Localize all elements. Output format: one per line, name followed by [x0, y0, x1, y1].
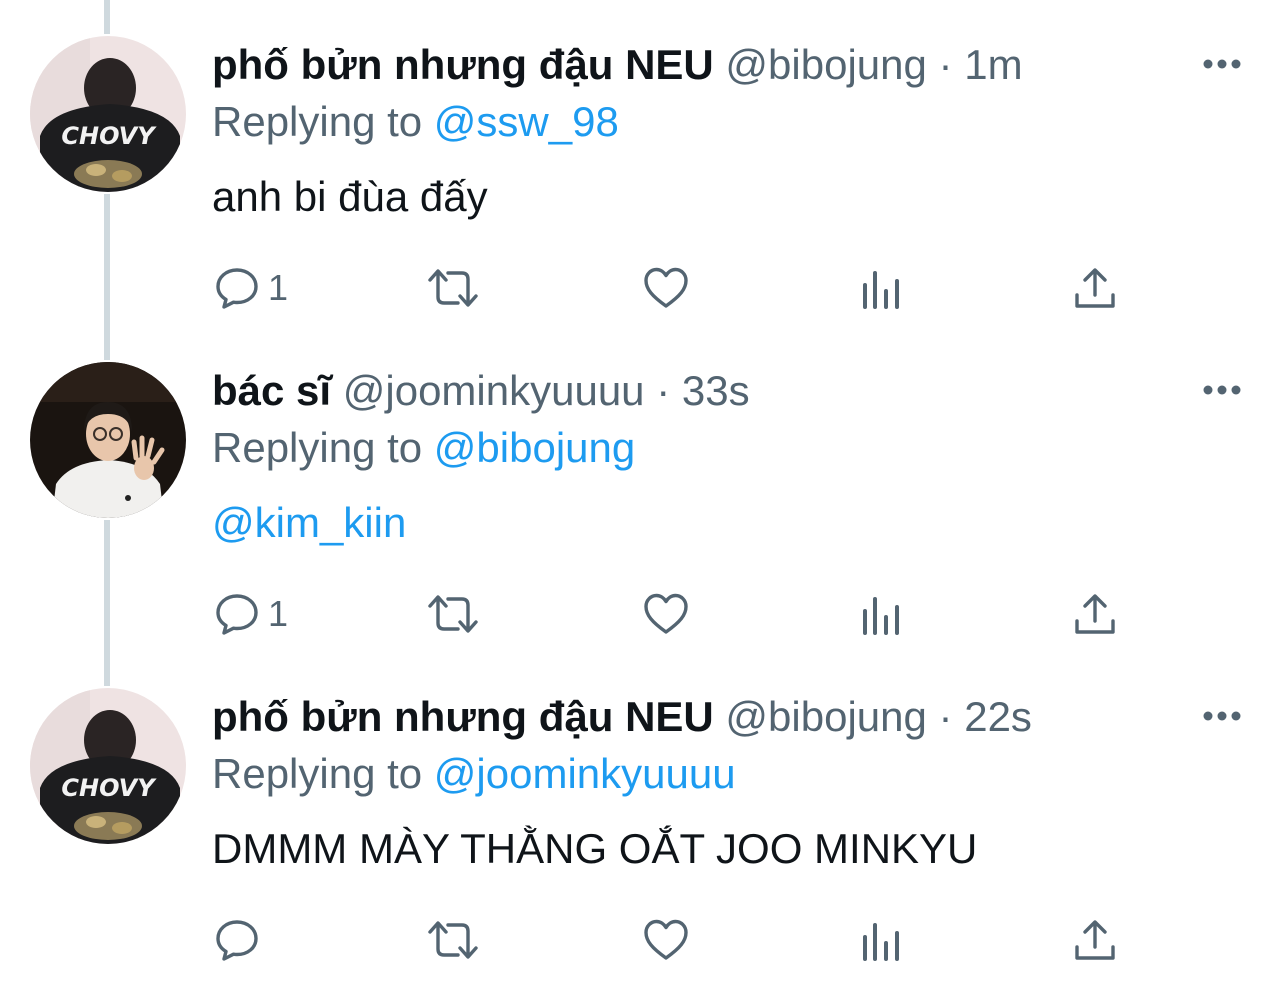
share-button[interactable]	[1072, 262, 1118, 314]
separator-dot: ·	[938, 693, 953, 740]
share-icon	[1072, 591, 1118, 637]
display-name[interactable]: phố bửn nhưng đậu NEU	[212, 41, 714, 88]
separator-dot: ·	[656, 367, 671, 414]
reply-button[interactable]: 1	[214, 588, 288, 640]
replying-to: Replying to @joominkyuuuu	[212, 747, 736, 801]
like-button[interactable]	[642, 262, 690, 314]
replying-to: Replying to @bibojung	[212, 421, 635, 475]
more-icon[interactable]	[1202, 54, 1242, 74]
replying-handle-link[interactable]: @bibojung	[434, 424, 635, 471]
tweet-text: anh bi đùa đấy	[212, 173, 488, 220]
reply-icon	[214, 265, 260, 311]
tweet-header: phố bửn nhưng đậu NEU @bibojung · 1m	[212, 38, 1023, 92]
more-icon[interactable]	[1202, 380, 1242, 400]
views-button[interactable]	[860, 588, 902, 640]
user-handle[interactable]: @bibojung	[725, 693, 926, 740]
tweet-header: phố bửn nhưng đậu NEU @bibojung · 22s	[212, 690, 1032, 744]
heart-icon	[642, 265, 690, 311]
views-icon	[860, 265, 902, 311]
timestamp[interactable]: 33s	[682, 367, 750, 414]
reply-count: 1	[268, 593, 289, 634]
tweet-actions	[0, 914, 1284, 966]
replying-handle-link[interactable]: @ssw_98	[434, 98, 619, 145]
display-name[interactable]: bác sĩ	[212, 367, 331, 414]
separator-dot: ·	[938, 41, 953, 88]
timestamp[interactable]: 22s	[964, 693, 1032, 740]
avatar[interactable]: CHOVY	[30, 36, 186, 192]
reply-button[interactable]: 1	[214, 262, 288, 314]
timestamp[interactable]: 1m	[964, 41, 1022, 88]
share-icon	[1072, 265, 1118, 311]
heart-icon	[642, 591, 690, 637]
retweet-button[interactable]	[426, 262, 480, 314]
user-handle[interactable]: @bibojung	[725, 41, 926, 88]
heart-icon	[642, 917, 690, 963]
reply-button[interactable]	[214, 914, 268, 966]
share-button[interactable]	[1072, 914, 1118, 966]
replying-handle-link[interactable]: @joominkyuuuu	[434, 750, 736, 797]
display-name[interactable]: phố bửn nhưng đậu NEU	[212, 693, 714, 740]
views-icon	[860, 591, 902, 637]
like-button[interactable]	[642, 914, 690, 966]
replying-label: Replying to	[212, 424, 423, 471]
tweet[interactable]: CHOVY phố bửn nhưng đậu NEU @bibojung · …	[0, 652, 1284, 978]
tweet-text: DMMM MÀY THẰNG OẮT JOO MINKYU	[212, 825, 978, 872]
avatar-shirt-text: CHOVY	[61, 774, 157, 802]
avatar[interactable]	[30, 362, 186, 518]
tweet-actions: 1	[0, 588, 1284, 640]
tweet-header: bác sĩ @joominkyuuuu · 33s	[212, 364, 750, 418]
more-icon[interactable]	[1202, 706, 1242, 726]
mention-link[interactable]: @kim_kiin	[212, 496, 406, 550]
like-button[interactable]	[642, 588, 690, 640]
share-button[interactable]	[1072, 588, 1118, 640]
replying-to: Replying to @ssw_98	[212, 95, 619, 149]
tweet[interactable]: CHOVY phố bửn nhưng đậu NEU @bibojung · …	[0, 0, 1284, 326]
replying-label: Replying to	[212, 98, 423, 145]
avatar[interactable]: CHOVY	[30, 688, 186, 844]
tweet-actions: 1	[0, 262, 1284, 314]
share-icon	[1072, 917, 1118, 963]
avatar-shirt-text: CHOVY	[61, 122, 157, 150]
views-icon	[860, 917, 902, 963]
views-button[interactable]	[860, 262, 902, 314]
retweet-button[interactable]	[426, 914, 480, 966]
user-handle[interactable]: @joominkyuuuu	[343, 367, 645, 414]
replying-label: Replying to	[212, 750, 423, 797]
tweet[interactable]: bác sĩ @joominkyuuuu · 33s Replying to @…	[0, 326, 1284, 652]
retweet-icon	[426, 917, 480, 963]
reply-count: 1	[268, 267, 289, 308]
retweet-icon	[426, 265, 480, 311]
reply-icon	[214, 591, 260, 637]
views-button[interactable]	[860, 914, 902, 966]
retweet-button[interactable]	[426, 588, 480, 640]
reply-icon	[214, 917, 260, 963]
retweet-icon	[426, 591, 480, 637]
